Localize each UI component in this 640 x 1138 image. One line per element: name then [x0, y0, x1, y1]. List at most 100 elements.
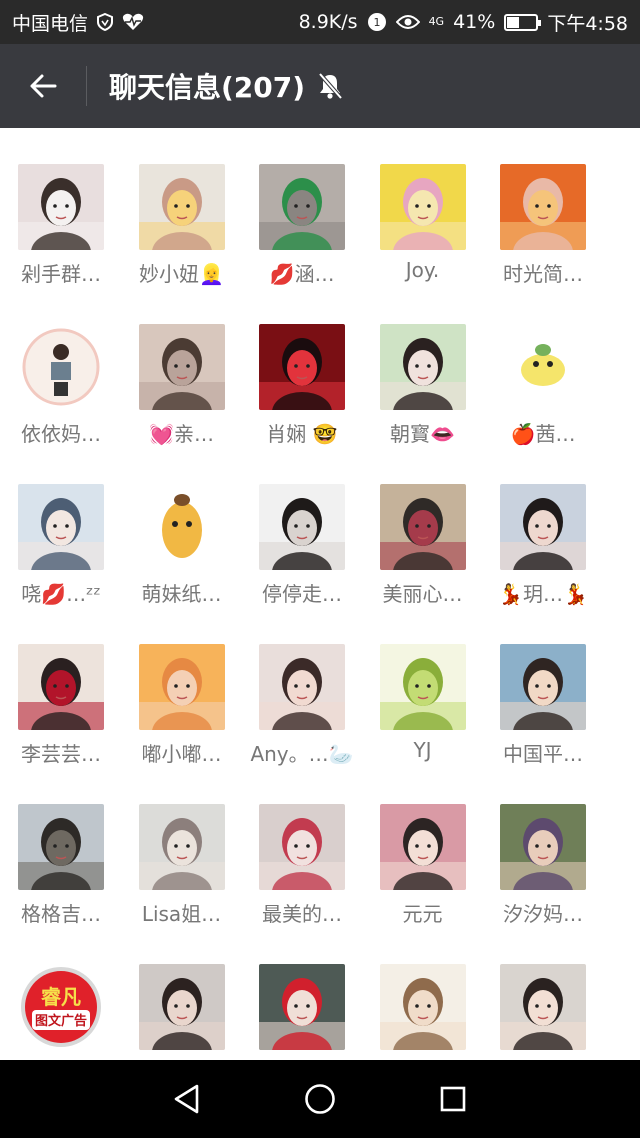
heartbeat-icon: [122, 13, 144, 31]
member-item[interactable]: 睿凡 图文广告: [1, 964, 121, 1060]
header-divider: [86, 66, 87, 106]
member-name: 汐汐妈…: [503, 902, 583, 926]
member-avatar: [379, 644, 466, 730]
member-name: 最美的…: [262, 902, 342, 926]
svg-text:1: 1: [373, 16, 380, 29]
member-avatar: [259, 804, 345, 890]
member-name: 依依妈…: [21, 422, 101, 446]
chat-info-header: 聊天信息(207): [0, 44, 640, 128]
nav-home-button[interactable]: [290, 1069, 350, 1129]
member-avatar: [379, 164, 466, 250]
member-name: 妙小妞👱‍♀️: [139, 262, 224, 286]
member-item[interactable]: 🍎茜…: [483, 324, 603, 484]
member-item[interactable]: [483, 964, 603, 1060]
back-arrow-icon: [30, 74, 57, 98]
member-avatar: [138, 484, 225, 570]
member-item[interactable]: 汐汐妈…: [483, 804, 603, 964]
back-button[interactable]: [0, 44, 86, 128]
member-item[interactable]: 美丽心…: [363, 484, 483, 644]
battery-icon: [504, 13, 542, 31]
data-saver-icon: 1: [367, 12, 387, 32]
nav-back-button[interactable]: [157, 1069, 217, 1129]
member-avatar: [379, 804, 466, 890]
member-avatar: [500, 644, 586, 730]
member-name: 停停走…: [262, 582, 342, 606]
battery-level: [507, 16, 519, 28]
member-item[interactable]: Any。…🦢: [242, 644, 362, 804]
member-grid: 剁手群… 妙小妞👱‍♀️ 💋涵… Joy. 时光简…: [0, 128, 640, 1060]
member-item[interactable]: 朝寳👄: [363, 324, 483, 484]
member-avatar: [379, 484, 466, 570]
member-avatar: [379, 964, 466, 1050]
member-item[interactable]: [122, 964, 242, 1060]
member-item[interactable]: 嘟小嘟…: [122, 644, 242, 804]
member-item[interactable]: [363, 964, 483, 1060]
signal-4g-icon: 4G: [428, 15, 445, 28]
member-item[interactable]: 肖娴 🤓: [242, 324, 362, 484]
member-name: Joy.: [405, 258, 440, 282]
member-name: 💓亲…: [149, 422, 214, 446]
member-avatar: [500, 484, 586, 570]
eye-comfort-icon: [395, 14, 420, 30]
network-type-label: 4G: [428, 15, 445, 28]
svg-text:睿凡: 睿凡: [41, 985, 81, 1009]
member-avatar: [18, 324, 104, 410]
member-item[interactable]: 李芸芸…: [1, 644, 121, 804]
member-item[interactable]: 哓💋…ᶻᶻ: [1, 484, 121, 644]
member-item[interactable]: 妙小妞👱‍♀️: [122, 164, 242, 324]
member-item[interactable]: Joy.: [363, 164, 483, 324]
member-item[interactable]: 依依妈…: [1, 324, 121, 484]
member-item[interactable]: 萌妹纸…: [122, 484, 242, 644]
triangle-back-icon: [174, 1084, 198, 1114]
member-item[interactable]: 剁手群…: [1, 164, 121, 324]
member-name: 元元: [402, 902, 443, 926]
member-avatar: [138, 324, 225, 410]
member-name: 🍎茜…: [510, 422, 576, 446]
member-item[interactable]: Lisa姐…: [122, 804, 242, 964]
member-item[interactable]: [242, 964, 362, 1060]
member-item[interactable]: 时光简…: [483, 164, 603, 324]
member-avatar: [18, 484, 104, 570]
member-avatar: [18, 644, 104, 730]
member-item[interactable]: 💓亲…: [122, 324, 242, 484]
member-avatar: [379, 324, 466, 410]
battery-percent: 41%: [453, 11, 496, 33]
member-name: 💋涵…: [269, 262, 335, 286]
carrier-label: 中国电信: [12, 12, 89, 35]
bell-muted-icon: [317, 72, 343, 100]
page-title: 聊天信息(207): [109, 71, 306, 104]
member-item[interactable]: 最美的…: [242, 804, 362, 964]
member-name: 萌妹纸…: [141, 582, 222, 606]
member-item[interactable]: 💋涵…: [242, 164, 362, 324]
nav-recents-button[interactable]: [423, 1069, 483, 1129]
member-item[interactable]: 格格吉…: [1, 804, 121, 964]
vpn-shield-icon: [96, 13, 114, 31]
member-avatar: [138, 644, 225, 730]
member-item[interactable]: 中国平…: [483, 644, 603, 804]
member-avatar: [259, 324, 345, 410]
member-avatar: [259, 644, 345, 730]
member-name: 李芸芸…: [21, 742, 101, 766]
member-avatar: [500, 164, 586, 250]
member-avatar: [18, 804, 104, 890]
member-item[interactable]: YJ: [363, 644, 483, 804]
square-recents-icon: [441, 1086, 466, 1112]
member-name: YJ: [413, 738, 432, 762]
member-avatar: 睿凡 图文广告: [18, 964, 104, 1050]
member-name: 中国平…: [503, 742, 583, 766]
member-avatar: [259, 484, 345, 570]
svg-text:图文广告: 图文广告: [35, 1013, 87, 1029]
member-item[interactable]: 💃玥…💃: [483, 484, 603, 644]
member-avatar: [138, 804, 225, 890]
member-name: 肖娴 🤓: [266, 422, 338, 446]
member-name: 剁手群…: [21, 262, 101, 286]
member-avatar: [259, 964, 345, 1050]
member-item[interactable]: 元元: [363, 804, 483, 964]
member-name: 💃玥…💃: [498, 582, 588, 606]
member-name: 格格吉…: [21, 902, 101, 926]
member-item[interactable]: 停停走…: [242, 484, 362, 644]
network-speed: 8.9K/s: [298, 11, 358, 33]
navigation-bar: [0, 1060, 640, 1138]
member-avatar: [500, 324, 586, 410]
member-name: 嘟小嘟…: [141, 742, 222, 766]
